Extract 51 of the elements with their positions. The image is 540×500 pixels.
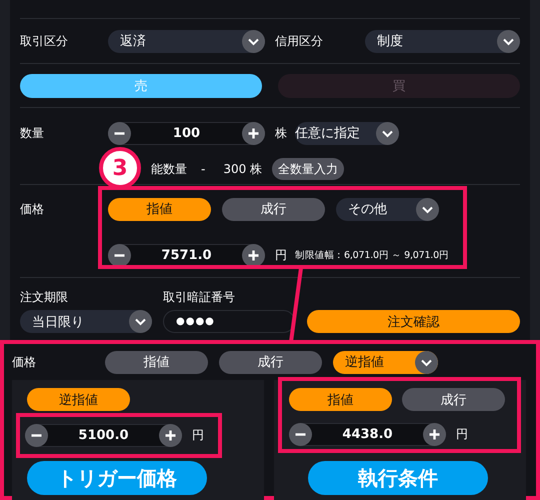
price-type-button[interactable]: 指値: [105, 350, 208, 374]
plus-icon[interactable]: [158, 424, 182, 447]
pin-input-field[interactable]: ●●●●: [163, 310, 295, 333]
field-label: 信用区分: [275, 32, 324, 50]
price-type-select[interactable]: 逆指値: [333, 350, 438, 374]
execution-type-button[interactable]: 指値: [289, 388, 392, 411]
field-label: 注文期限: [20, 288, 69, 306]
unit-label: 株: [275, 124, 287, 142]
chevron-down-icon: [497, 30, 520, 52]
minus-icon[interactable]: [289, 423, 312, 446]
field-label: 取引区分: [20, 32, 69, 50]
confirm-order-button[interactable]: 注文確認: [307, 310, 520, 333]
available-label: 能数量: [151, 160, 187, 178]
field-label: 価格: [12, 354, 37, 370]
field-label: 価格: [20, 200, 45, 218]
chevron-down-icon: [242, 30, 265, 52]
separator-text: -: [201, 162, 206, 176]
annotation-label: トリガー価格: [27, 461, 207, 495]
minus-icon[interactable]: [108, 244, 131, 266]
unit-label: 円: [192, 427, 204, 444]
margin-type-select[interactable]: 制度: [365, 30, 520, 52]
unit-label: 円: [275, 246, 287, 264]
plus-icon[interactable]: [242, 122, 265, 144]
fill-all-button[interactable]: 全数量入力: [272, 158, 344, 180]
chevron-down-icon: [416, 198, 439, 220]
quantity-mode-select[interactable]: 任意に指定: [295, 122, 399, 144]
chevron-down-icon: [376, 122, 399, 144]
annotation-label: 執行条件: [308, 461, 488, 495]
price-stepper[interactable]: 7571.0: [108, 244, 265, 266]
execution-type-button[interactable]: 成行: [402, 388, 505, 411]
trigger-price-stepper[interactable]: 5100.0: [25, 424, 182, 447]
trade-type-select[interactable]: 返済: [108, 30, 265, 52]
plus-icon[interactable]: [242, 244, 265, 266]
field-label: 数量: [20, 124, 45, 142]
unit-label: 円: [456, 426, 468, 443]
quantity-stepper[interactable]: 100: [108, 122, 265, 144]
minus-icon[interactable]: [25, 424, 48, 447]
price-type-select[interactable]: その他: [336, 198, 439, 220]
field-label: 取引暗証番号: [163, 288, 235, 306]
price-type-button[interactable]: 成行: [222, 198, 325, 220]
price-type-button[interactable]: 成行: [219, 350, 322, 374]
price-type-button[interactable]: 指値: [108, 198, 211, 220]
price-range-text: 制限値幅：6,071.0円 ～ 9,071.0円: [295, 248, 449, 262]
minus-icon[interactable]: [108, 122, 131, 144]
available-quantity: 300 株: [223, 160, 262, 178]
execution-price-stepper[interactable]: 4438.0: [289, 423, 446, 446]
expiry-select[interactable]: 当日限り: [20, 310, 152, 333]
chevron-down-icon: [415, 350, 438, 374]
plus-icon[interactable]: [422, 423, 446, 446]
stop-order-button[interactable]: 逆指値: [27, 388, 130, 411]
chevron-down-icon: [129, 310, 152, 333]
